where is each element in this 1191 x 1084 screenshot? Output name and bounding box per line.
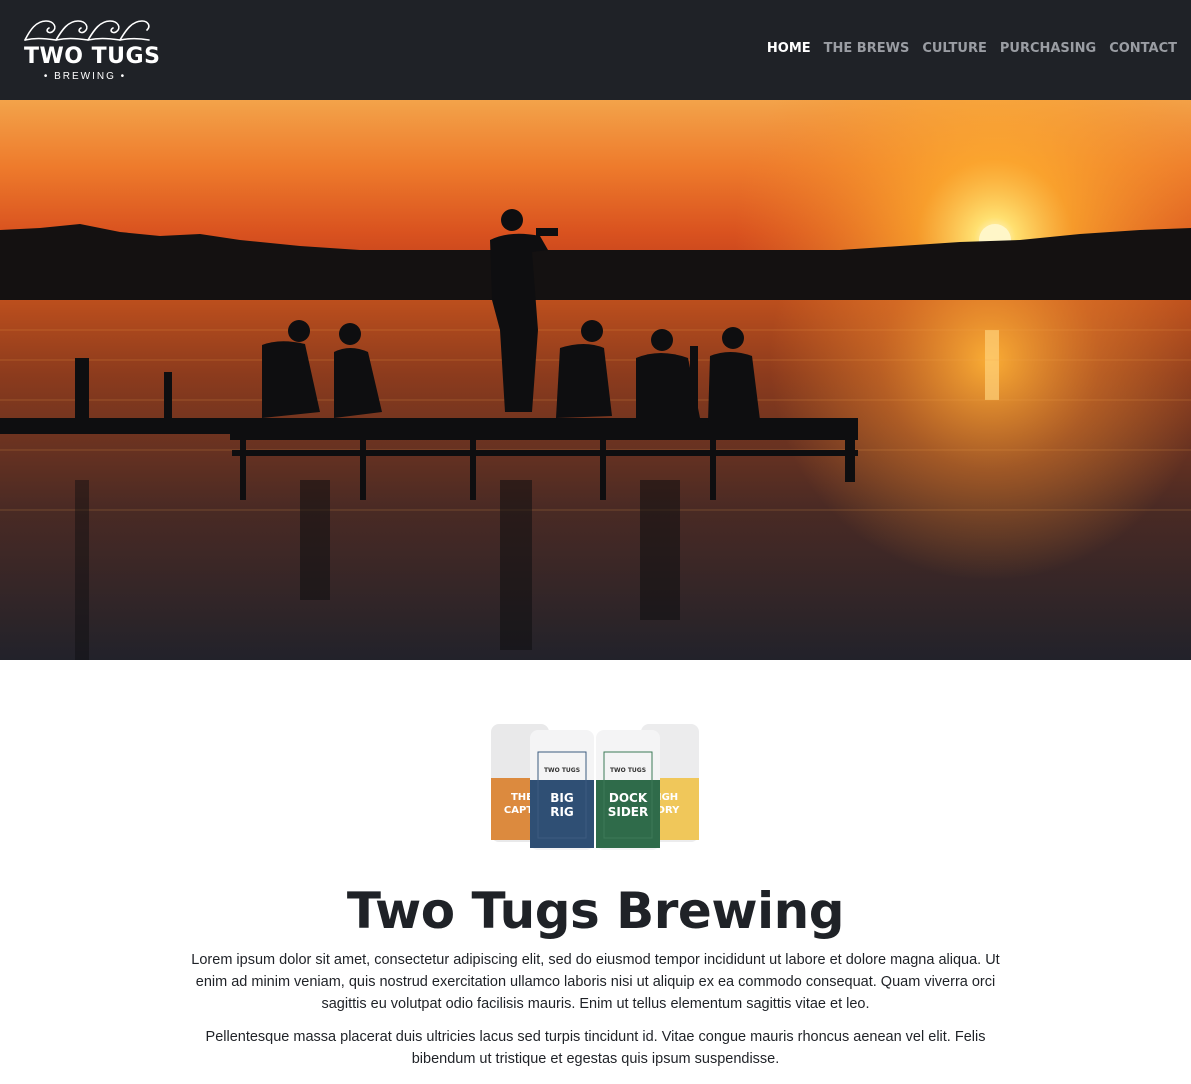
intro-section: THE CAPTA IGH DRY TWO TUGS BIG RIG TWO T… (0, 660, 1191, 1084)
nav-home[interactable]: HOME (767, 41, 811, 56)
nav-culture[interactable]: CULTURE (922, 41, 987, 56)
brand-subtitle: • BREWING • (43, 71, 127, 82)
svg-text:TWO TUGS: TWO TUGS (544, 767, 580, 774)
hero-image (0, 100, 1191, 660)
nav-the-brews[interactable]: THE BREWS (824, 41, 910, 56)
nav-purchasing[interactable]: PURCHASING (1000, 41, 1096, 56)
svg-text:THE: THE (511, 792, 533, 803)
intro-paragraph-2: Pellentesque massa placerat duis ultrici… (205, 1029, 986, 1067)
can-big-rig: TWO TUGS BIG RIG (530, 730, 594, 850)
svg-text:DOCK: DOCK (609, 791, 648, 805)
svg-text:TWO TUGS: TWO TUGS (610, 767, 646, 774)
nav-contact[interactable]: CONTACT (1109, 41, 1177, 56)
site-header: TWO TUGS • BREWING • HOME THE BREWS CULT… (0, 0, 1191, 100)
beer-cans-image: THE CAPTA IGH DRY TWO TUGS BIG RIG TWO T… (491, 724, 699, 850)
can-dock-sider: TWO TUGS DOCK SIDER (596, 730, 660, 850)
sunset-dock-photo (0, 100, 1191, 660)
svg-text:DRY: DRY (657, 805, 680, 816)
intro-paragraph-1: Lorem ipsum dolor sit amet, consectetur … (191, 952, 1000, 1012)
svg-text:RIG: RIG (550, 805, 574, 819)
brand-name: TWO TUGS (24, 44, 161, 69)
svg-text:SIDER: SIDER (608, 805, 649, 819)
page-title: Two Tugs Brewing (346, 882, 845, 940)
svg-text:IGH: IGH (658, 792, 678, 803)
brand-logo[interactable]: TWO TUGS • BREWING • (22, 16, 161, 86)
svg-text:BIG: BIG (550, 791, 573, 805)
main-nav: HOME THE BREWS CULTURE PURCHASING CONTAC… (767, 41, 1177, 56)
waves-icon (24, 20, 150, 41)
